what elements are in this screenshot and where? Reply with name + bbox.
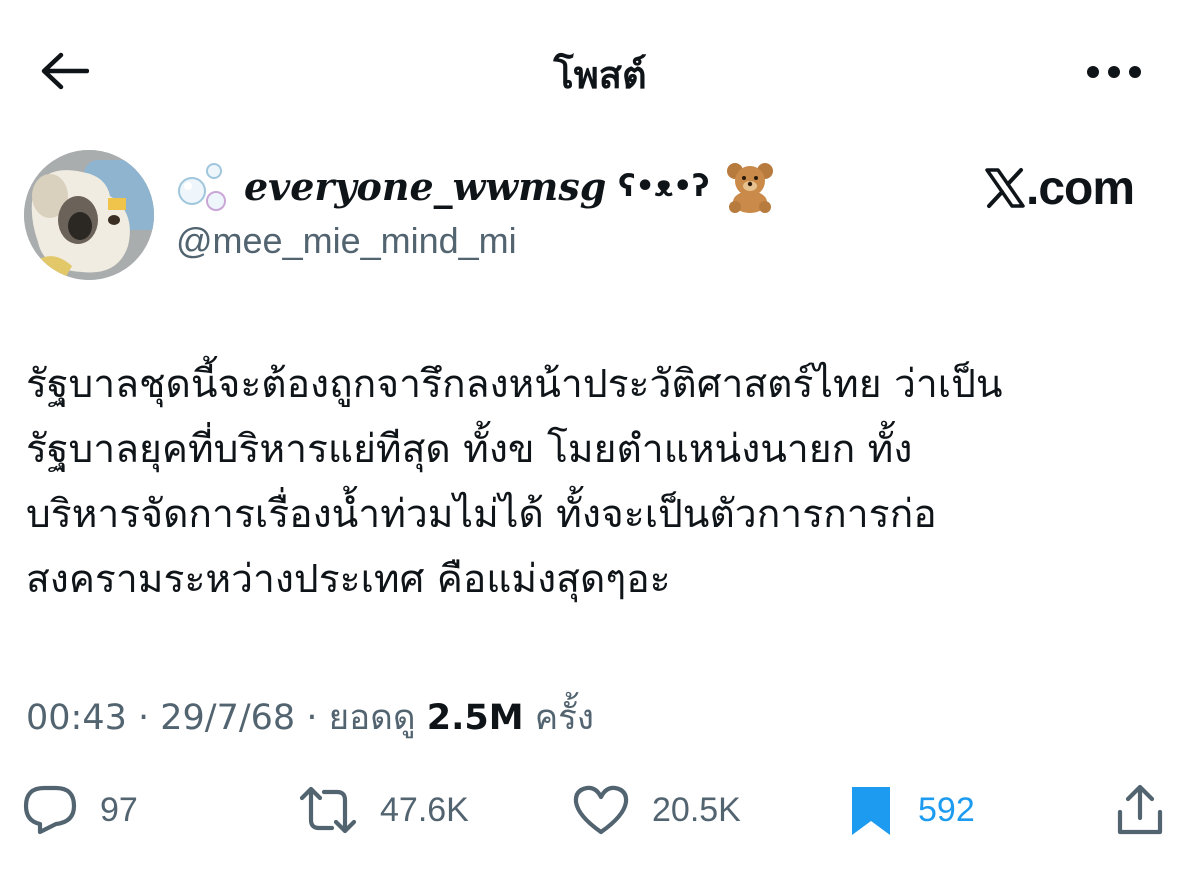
author-info: everyone_wwmsg ʕ•ᴥ•ʔ @mee_mie_mind_mi [176, 158, 777, 262]
tweet-text: รัฐบาลชุดนี้จะต้องถูกจารึกลงหน้าประวัติศ… [26, 362, 1003, 602]
views-suffix: ครั้ง [534, 698, 595, 738]
avatar-image [24, 150, 154, 280]
more-horizontal-icon [1087, 66, 1141, 78]
action-bar: 97 47.6K 20.5K 592 [0, 775, 1200, 845]
page-title: โพสต์ [553, 53, 647, 97]
share-button[interactable] [1114, 775, 1166, 845]
meta-separator: · [126, 698, 161, 738]
tweet-time[interactable]: 00:43 [26, 698, 127, 738]
user-handle[interactable]: @mee_mie_mind_mi [176, 220, 777, 262]
reply-icon [23, 785, 77, 835]
bookmark-count: 592 [918, 790, 975, 829]
repost-count: 47.6K [380, 790, 469, 829]
x-com-watermark: .com [984, 160, 1135, 216]
views-count[interactable]: 2.5M [427, 698, 524, 738]
tweet-meta: 00:43 · 29/7/68 · ยอดดู 2.5M ครั้ง [26, 690, 594, 745]
like-button[interactable]: 20.5K [572, 775, 741, 845]
heart-icon [573, 785, 629, 835]
avatar[interactable] [24, 150, 154, 280]
tweet-date[interactable]: 29/7/68 [160, 698, 295, 738]
bookmark-button[interactable]: 592 [846, 775, 975, 845]
display-name: everyone_wwmsg [244, 163, 607, 209]
reply-button[interactable]: 97 [22, 775, 138, 845]
views-label: ยอดดู [328, 698, 416, 738]
repost-icon [299, 786, 357, 834]
teddy-bear-icon [727, 163, 774, 213]
top-bar: โพสต์ [0, 0, 1200, 140]
like-count: 20.5K [652, 790, 741, 829]
bubbles-icon [178, 163, 226, 211]
x-logo-icon [985, 168, 1025, 208]
x-com-text: .com [1026, 161, 1135, 215]
repost-button[interactable]: 47.6K [298, 775, 469, 845]
reply-count: 97 [100, 790, 138, 829]
display-name-row[interactable]: everyone_wwmsg ʕ•ᴥ•ʔ [176, 158, 777, 214]
more-options-button[interactable] [1082, 50, 1146, 94]
bookmark-icon [852, 787, 890, 835]
display-name-kaomoji: ʕ•ᴥ•ʔ [618, 168, 710, 204]
meta-separator: · [295, 698, 329, 738]
share-icon [1117, 784, 1163, 835]
